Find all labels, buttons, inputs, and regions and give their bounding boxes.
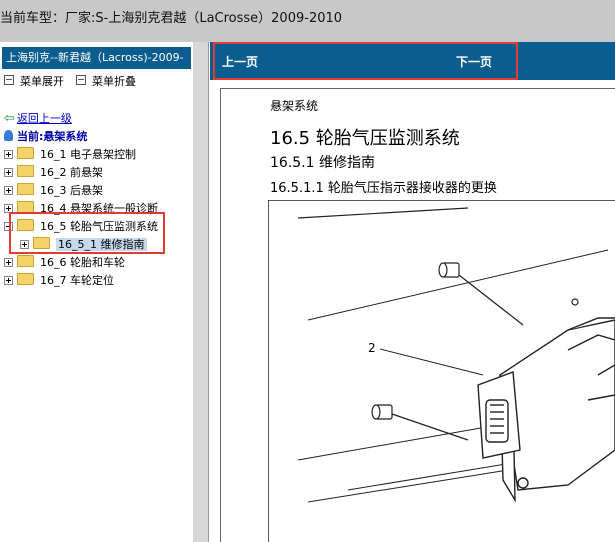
folder-icon (17, 165, 34, 177)
back-link[interactable]: ⇦ 返回上一级 (4, 110, 72, 126)
pane-splitter[interactable] (193, 42, 209, 542)
back-arrow-icon: ⇦ (4, 111, 15, 126)
tree-item-16-7[interactable]: 16_7 车轮定位 (4, 272, 114, 288)
repair-illustration: 2 (268, 200, 615, 542)
left-pane: 上海别克--新君越（Lacross)-2009- 菜单展开 菜单折叠 ⇦ 返回上一… (0, 42, 193, 542)
tree-expander-icon[interactable] (4, 150, 13, 159)
tree-item-16-1[interactable]: 16_1 电子悬架控制 (4, 146, 136, 162)
document-border-top (220, 88, 615, 89)
splitter-line (208, 42, 209, 542)
window-title: 当前车型：厂家:S-上海别克君越（LaCrosse）2009-2010 (0, 11, 343, 26)
tree-item-16-2[interactable]: 16_2 前悬架 (4, 164, 103, 180)
document-border-left (220, 88, 221, 542)
expand-all-button[interactable]: 菜单展开 (4, 73, 64, 89)
tree-expander-icon[interactable] (4, 276, 13, 285)
collapse-all-button[interactable]: 菜单折叠 (76, 73, 136, 89)
expand-icon (4, 75, 14, 85)
page-title: 16.5 轮胎气压监测系统 (270, 128, 460, 149)
folder-icon (17, 183, 34, 195)
figure-callout: 2 (368, 341, 376, 355)
folder-icon (17, 273, 34, 285)
content-pane: 上一页 下一页 悬架系统 16.5 轮胎气压监测系统 16.5.1 维修指南 1… (210, 42, 615, 542)
current-location: 当前:悬架系统 (4, 128, 87, 144)
tree-item-16-6[interactable]: 16_6 轮胎和车轮 (4, 254, 125, 270)
highlight-box-tree (9, 212, 165, 254)
pin-icon (4, 130, 13, 141)
tree-expander-icon[interactable] (4, 258, 13, 267)
tree-expander-icon[interactable] (4, 186, 13, 195)
subsection-title: 16.5.1 维修指南 (270, 155, 375, 171)
tree-expander-icon[interactable] (4, 168, 13, 177)
folder-icon (17, 147, 34, 159)
collapse-icon (76, 75, 86, 85)
left-pane-header: 上海别克--新君越（Lacross)-2009- (2, 47, 191, 69)
title-bar: 当前车型：厂家:S-上海别克君越（LaCrosse）2009-2010 (0, 0, 615, 42)
section-label: 悬架系统 (270, 99, 319, 113)
highlight-box-nav (213, 42, 518, 80)
tree-item-16-3[interactable]: 16_3 后悬架 (4, 182, 103, 198)
folder-icon (17, 255, 34, 267)
procedure-title: 16.5.1.1 轮胎气压指示器接收器的更换 (270, 181, 497, 196)
